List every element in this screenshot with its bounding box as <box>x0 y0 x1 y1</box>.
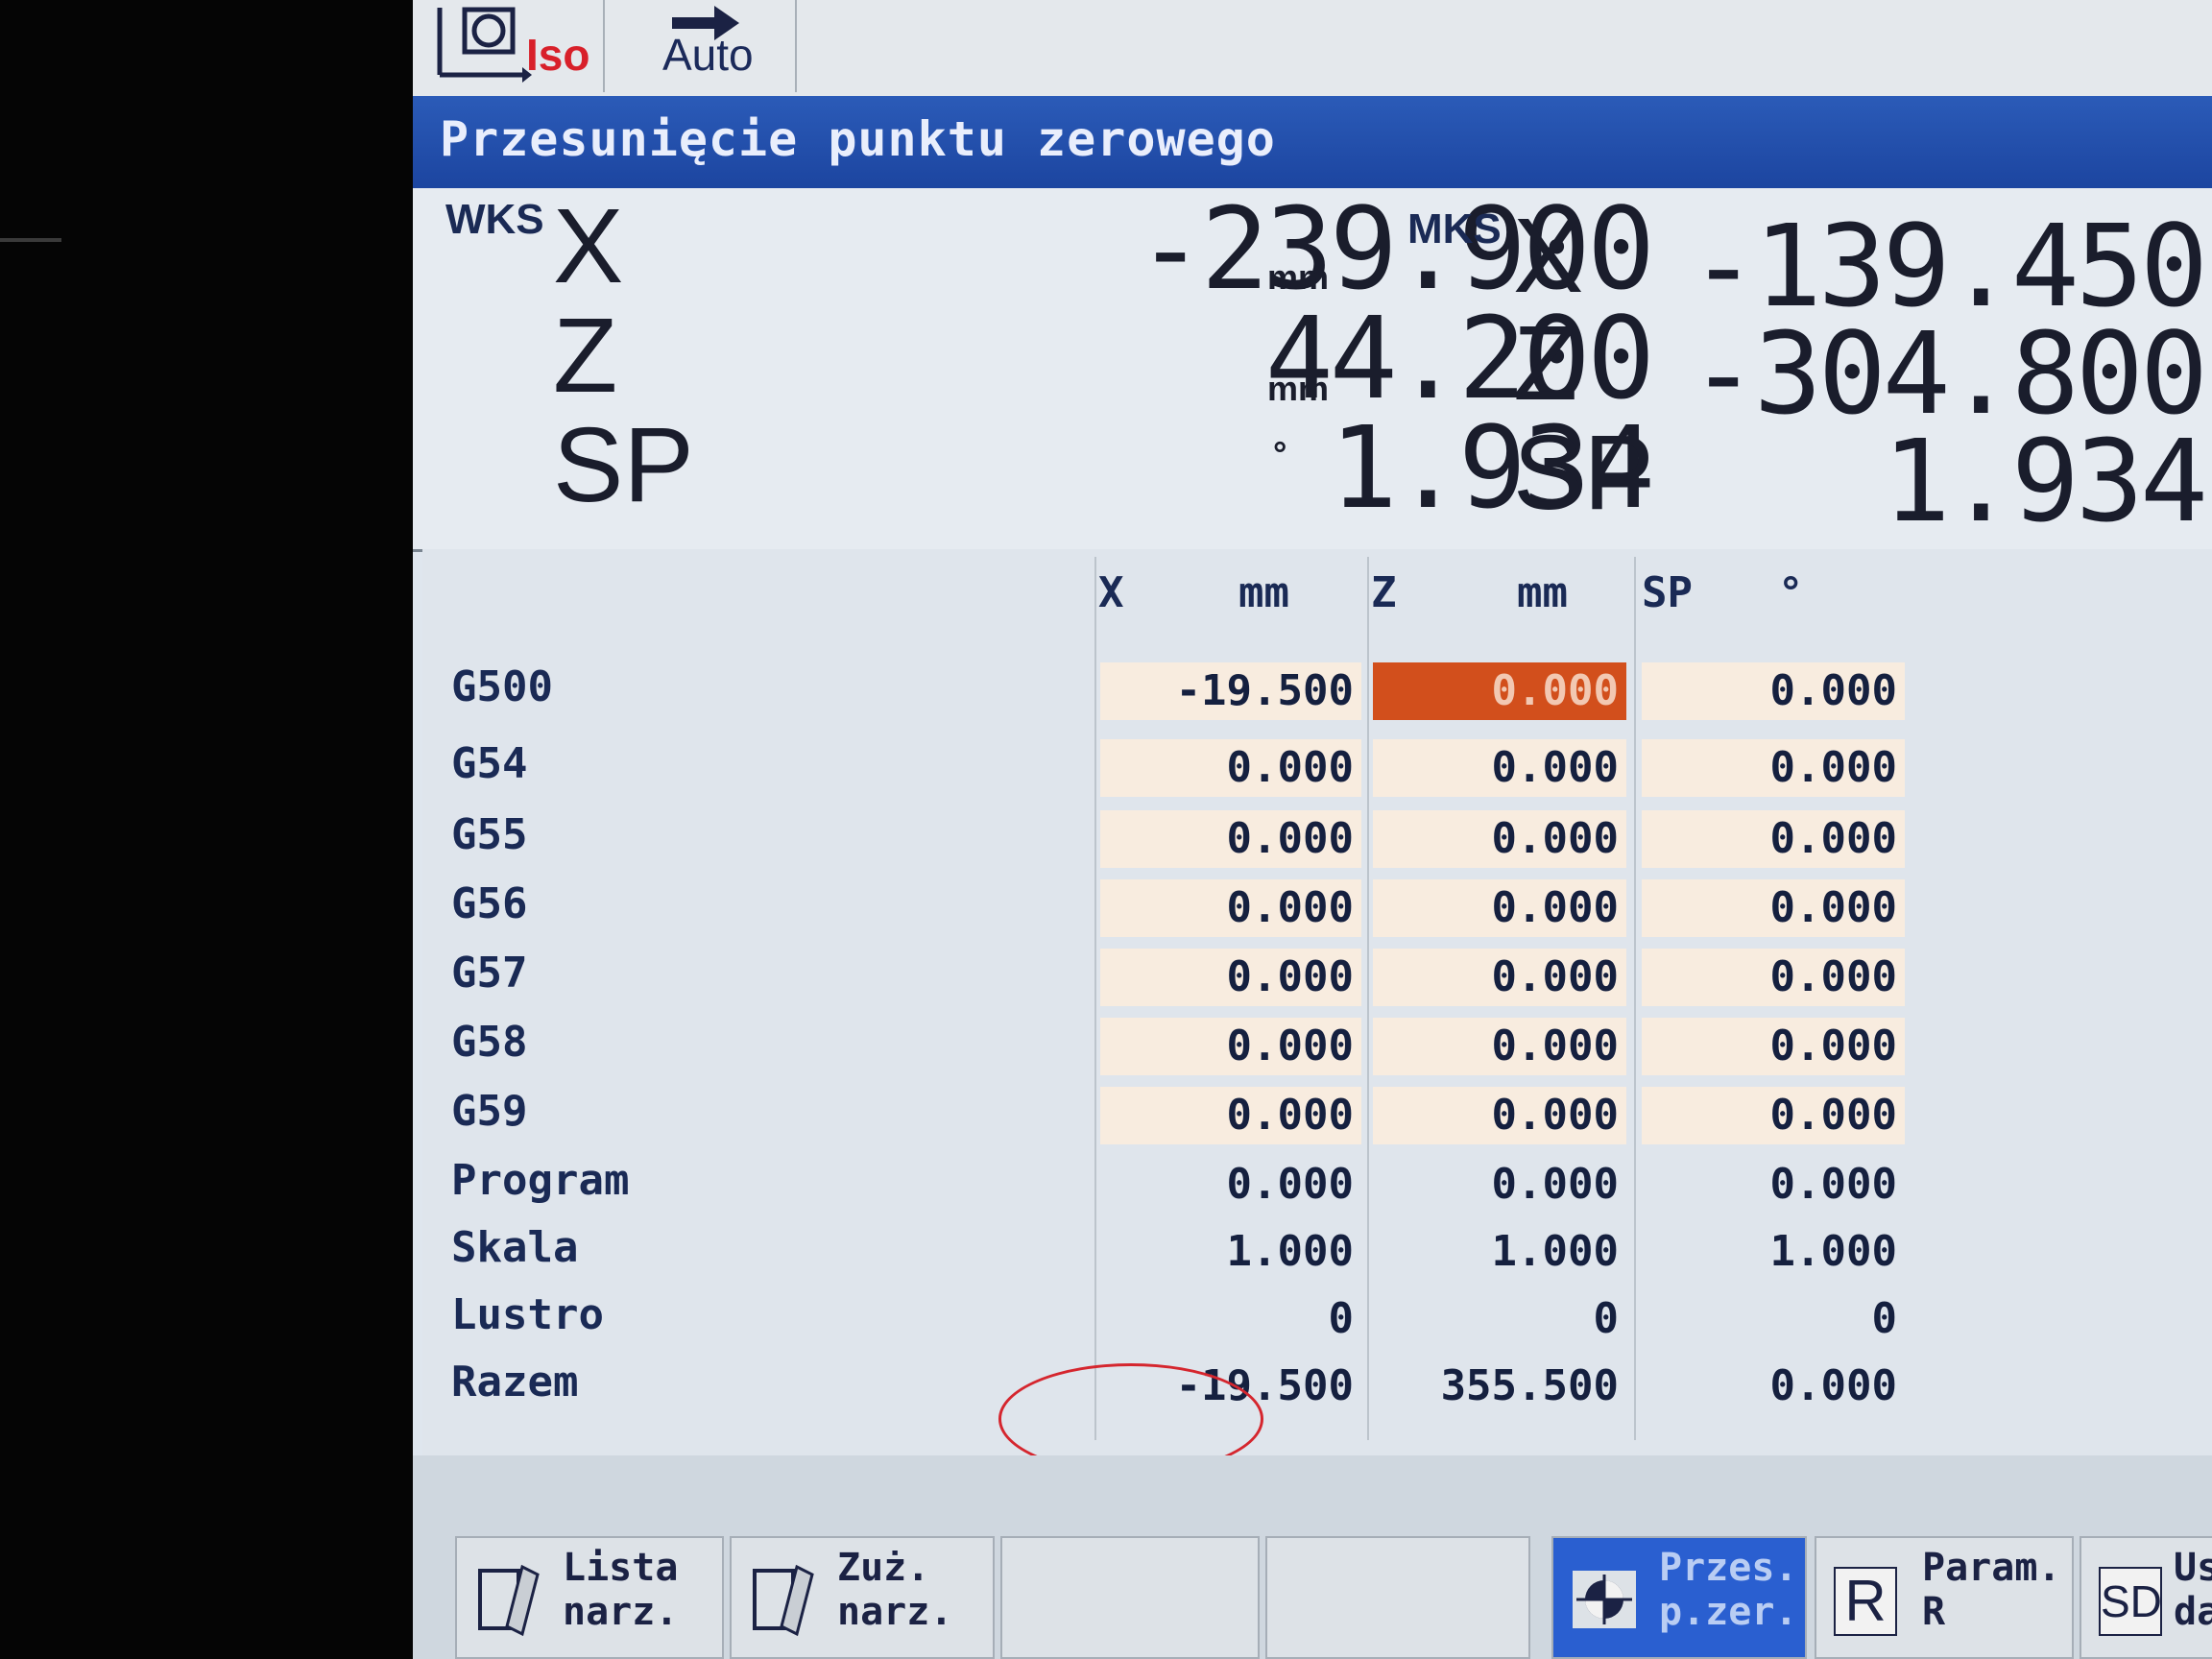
setting-data-icon: SD <box>2099 1567 2162 1636</box>
mks-axis-x: X <box>1513 197 1584 315</box>
auto-mode-button[interactable]: Auto <box>605 0 797 92</box>
softkey-param-r-label: Param. R <box>1922 1546 2061 1634</box>
row-label-razem: Razem <box>451 1358 579 1407</box>
header-x: X <box>1098 568 1124 617</box>
row-label-program: Program <box>451 1156 630 1205</box>
column-divider <box>1634 557 1636 1440</box>
mks-value-x: -139.450 <box>1689 200 2208 332</box>
cell-g56-sp[interactable]: 0.000 <box>1642 879 1905 937</box>
row-label-g59: G59 <box>451 1087 528 1136</box>
cell-g54-z[interactable]: 0.000 <box>1373 739 1626 797</box>
softkey-empty-1[interactable] <box>1000 1536 1260 1659</box>
header-z: Z <box>1371 568 1397 617</box>
cell-lustro-x: 0 <box>1328 1294 1355 1343</box>
row-label-g56: G56 <box>451 879 528 928</box>
cell-g54-x[interactable]: 0.000 <box>1100 739 1361 797</box>
cell-g58-sp[interactable]: 0.000 <box>1642 1018 1905 1075</box>
softkey-lista-narz[interactable]: Lista narz. <box>455 1536 724 1659</box>
row-label-g58: G58 <box>451 1018 528 1067</box>
mode-toolbar: Iso Auto <box>413 0 2212 98</box>
header-x-unit: mm <box>1238 568 1289 617</box>
cell-razem-z: 355.500 <box>1440 1361 1619 1410</box>
cell-g58-x[interactable]: 0.000 <box>1100 1018 1361 1075</box>
cell-lustro-sp: 0 <box>1871 1294 1898 1343</box>
softkey-przes-p-zer[interactable]: Przes. p.zer. <box>1551 1536 1807 1659</box>
cell-g55-x[interactable]: 0.000 <box>1100 810 1361 868</box>
cell-g56-z[interactable]: 0.000 <box>1373 879 1626 937</box>
iso-mode-button[interactable]: Iso <box>413 0 605 92</box>
coordinate-system-icon <box>437 7 532 83</box>
cell-g59-z[interactable]: 0.000 <box>1373 1087 1626 1144</box>
tool-list-icon <box>478 1564 540 1637</box>
softkey-przes-p-zer-label: Przes. p.zer. <box>1659 1546 1798 1634</box>
cell-g57-x[interactable]: 0.000 <box>1100 949 1361 1006</box>
row-label-g54: G54 <box>451 739 528 788</box>
cell-g57-sp[interactable]: 0.000 <box>1642 949 1905 1006</box>
title-bar: Przesunięcie punktu zerowego <box>413 96 2212 188</box>
cell-g56-x[interactable]: 0.000 <box>1100 879 1361 937</box>
auto-arrow-icon <box>672 6 739 40</box>
cell-razem-sp: 0.000 <box>1769 1361 1897 1410</box>
mks-tag: MKS <box>1407 205 1502 252</box>
header-sp: SP <box>1642 568 1693 617</box>
wks-axis-x: X <box>553 187 624 305</box>
row-label-g57: G57 <box>451 949 528 998</box>
column-divider <box>1094 557 1096 1440</box>
r-parameter-icon: R <box>1834 1567 1897 1636</box>
iso-label: Iso <box>526 30 590 80</box>
row-label-g500: G500 <box>451 662 553 711</box>
bezel-mark <box>0 238 61 242</box>
cell-g55-z[interactable]: 0.000 <box>1373 810 1626 868</box>
softkey-setting-data-label: Us da <box>2174 1546 2212 1634</box>
cell-program-x: 0.000 <box>1226 1160 1354 1209</box>
wks-axis-z: Z <box>553 297 618 415</box>
softkey-bar: Lista narz. Zuż. narz. Przes. p.zer. R P… <box>413 1455 2212 1659</box>
cell-skala-sp: 1.000 <box>1769 1227 1897 1276</box>
cell-program-z: 0.000 <box>1491 1160 1619 1209</box>
cell-g59-sp[interactable]: 0.000 <box>1642 1087 1905 1144</box>
softkey-setting-data[interactable]: SD Us da <box>2080 1536 2212 1659</box>
cell-g54-sp[interactable]: 0.000 <box>1642 739 1905 797</box>
mks-value-sp: 1.934 <box>1882 415 2208 547</box>
zero-offset-table: X mm Z mm SP ° G500 -19.500 0.000 0.000 … <box>422 549 2212 1475</box>
mks-value-z: -304.800 <box>1689 307 2208 440</box>
row-label-lustro: Lustro <box>451 1290 604 1339</box>
softkey-empty-2[interactable] <box>1265 1536 1530 1659</box>
header-sp-unit: ° <box>1778 568 1804 617</box>
header-z-unit: mm <box>1517 568 1568 617</box>
wks-axis-sp: SP <box>553 406 694 524</box>
softkey-lista-narz-label: Lista narz. <box>563 1546 679 1634</box>
cell-skala-x: 1.000 <box>1226 1227 1354 1276</box>
wks-unit-z: mm <box>1267 369 1330 408</box>
cell-g500-z-selected[interactable]: 0.000 <box>1373 662 1626 720</box>
cell-skala-z: 1.000 <box>1491 1227 1619 1276</box>
cnc-screen: Iso Auto Przesunięcie punktu zerowego WK… <box>413 0 2212 1659</box>
mks-axis-z: Z <box>1513 304 1578 422</box>
cell-g55-sp[interactable]: 0.000 <box>1642 810 1905 868</box>
softkey-zuz-narz[interactable]: Zuż. narz. <box>730 1536 995 1659</box>
cell-g500-x[interactable]: -19.500 <box>1100 662 1361 720</box>
row-label-skala: Skala <box>451 1223 579 1272</box>
wks-unit-x: mm <box>1267 257 1330 297</box>
softkey-zuz-narz-label: Zuż. narz. <box>837 1546 953 1634</box>
cell-program-sp: 0.000 <box>1769 1160 1897 1209</box>
position-panel: WKS X Z SP -239.900 44.200 1.934 mm mm °… <box>413 188 2212 552</box>
softkey-param-r[interactable]: R Param. R <box>1815 1536 2074 1659</box>
wks-tag: WKS <box>445 196 544 243</box>
page-title: Przesunięcie punktu zerowego <box>440 111 1276 167</box>
cell-lustro-z: 0 <box>1593 1294 1620 1343</box>
cell-g57-z[interactable]: 0.000 <box>1373 949 1626 1006</box>
cell-g59-x[interactable]: 0.000 <box>1100 1087 1361 1144</box>
zero-point-icon <box>1573 1571 1636 1628</box>
mks-axis-sp: SP <box>1513 414 1654 532</box>
row-label-g55: G55 <box>451 810 528 859</box>
tool-wear-icon <box>753 1564 814 1637</box>
cell-g58-z[interactable]: 0.000 <box>1373 1018 1626 1075</box>
cell-g500-sp[interactable]: 0.000 <box>1642 662 1905 720</box>
column-divider <box>1367 557 1369 1440</box>
wks-unit-sp: ° <box>1273 434 1287 473</box>
